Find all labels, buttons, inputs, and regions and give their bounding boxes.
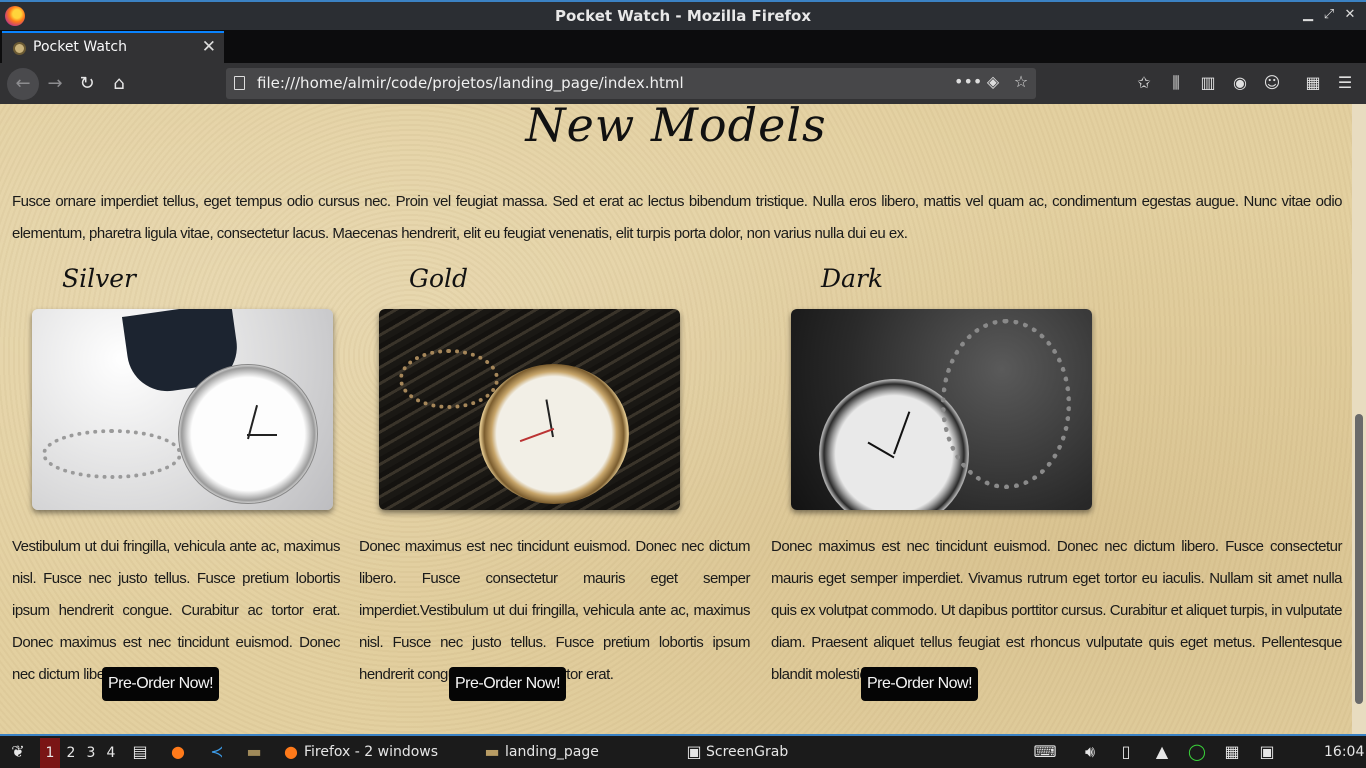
dark-watch-photo bbox=[791, 309, 1092, 510]
silver-watch-photo bbox=[32, 309, 333, 510]
reload-button[interactable]: ↻ bbox=[73, 71, 101, 97]
window-title: Pocket Watch - Mozilla Firefox bbox=[554, 7, 812, 25]
folder-launcher-icon[interactable]: ▬ bbox=[242, 741, 266, 763]
page-viewport: New Models Fusce ornare imperdiet tellus… bbox=[0, 104, 1366, 734]
preorder-button-dark[interactable]: Pre-Order Now! bbox=[861, 667, 979, 701]
gold-watch-photo bbox=[379, 309, 680, 510]
close-window-icon[interactable]: ✕ bbox=[1341, 7, 1359, 22]
file-manager-icon[interactable]: ▤ bbox=[128, 741, 152, 763]
section-heading: New Models bbox=[525, 104, 827, 152]
minimize-icon[interactable]: ▁ bbox=[1299, 7, 1317, 22]
close-tab-icon[interactable]: ✕ bbox=[202, 37, 216, 57]
home-button[interactable]: ⌂ bbox=[105, 71, 133, 97]
screengrab-task-label[interactable]: ScreenGrab bbox=[706, 744, 788, 760]
workspace-1[interactable]: 1 bbox=[40, 738, 60, 768]
bookmarks-toolbar-icon[interactable]: ✩ bbox=[1133, 73, 1155, 92]
back-button[interactable]: ← bbox=[7, 68, 39, 100]
app-menu-icon[interactable]: ❦ bbox=[6, 741, 30, 763]
preorder-button-gold[interactable]: Pre-Order Now! bbox=[449, 667, 567, 701]
navigation-toolbar: ← → ↻ ⌂ file:///home/almir/code/projetos… bbox=[0, 63, 1366, 104]
tab-pocket-watch[interactable]: Pocket Watch ✕ bbox=[2, 31, 224, 63]
clipboard-icon[interactable]: ▯ bbox=[1114, 741, 1138, 763]
extension-icon[interactable]: ☺ bbox=[1261, 73, 1283, 92]
maximize-icon[interactable]: ⤢ bbox=[1320, 7, 1338, 22]
system-monitor-icon[interactable]: ▦ bbox=[1220, 741, 1244, 763]
account-icon[interactable]: ◉ bbox=[1229, 73, 1251, 92]
folder-task-icon: ▬ bbox=[484, 742, 500, 761]
firefox-task-icon: ● bbox=[284, 742, 298, 761]
scrollbar-thumb[interactable] bbox=[1355, 414, 1363, 704]
bookmark-star-icon[interactable]: ☆ bbox=[1010, 72, 1032, 91]
preorder-button-silver[interactable]: Pre-Order Now! bbox=[102, 667, 220, 701]
tab-strip: Pocket Watch ✕ + bbox=[0, 30, 1366, 88]
workspace-4[interactable]: 4 bbox=[101, 738, 121, 768]
page-icon bbox=[234, 76, 245, 90]
workspace-2[interactable]: 2 bbox=[61, 738, 81, 768]
volume-icon[interactable]: 🔊︎ bbox=[1078, 741, 1102, 763]
workspace-3[interactable]: 3 bbox=[81, 738, 101, 768]
firefox-task-label[interactable]: Firefox - 2 windows bbox=[304, 744, 438, 760]
screengrab-task-icon: ▣ bbox=[686, 742, 702, 761]
window-titlebar: Pocket Watch - Mozilla Firefox ▁ ⤢ ✕ bbox=[0, 0, 1366, 30]
pocket-icon[interactable]: ◈ bbox=[982, 72, 1004, 91]
vscode-launcher-icon[interactable]: ≺ bbox=[205, 741, 229, 763]
sidebar-icon[interactable]: ▥ bbox=[1197, 73, 1219, 92]
network-icon[interactable]: ▲ bbox=[1150, 741, 1174, 763]
intro-paragraph: Fusce ornare imperdiet tellus, eget temp… bbox=[12, 193, 1343, 242]
page-scrollbar[interactable] bbox=[1352, 104, 1366, 734]
cpu-monitor-icon[interactable]: ◯ bbox=[1185, 741, 1209, 763]
clock: 16:04 bbox=[1324, 744, 1365, 760]
taskbar: ❦ 1 2 3 4 ▤ ● ≺ ▬ ● Firefox - 2 windows … bbox=[0, 734, 1366, 768]
pocket-watch-favicon-icon bbox=[13, 42, 26, 55]
screenshot-tray-icon[interactable]: ▣ bbox=[1255, 741, 1279, 763]
forward-button[interactable]: → bbox=[41, 71, 69, 97]
tab-label: Pocket Watch bbox=[33, 39, 127, 55]
model-title-gold: Gold bbox=[409, 264, 469, 293]
model-description-dark: Donec maximus est nec tincidunt euismod.… bbox=[771, 538, 1343, 683]
firefox-launcher-icon[interactable]: ● bbox=[166, 741, 190, 763]
keyboard-icon[interactable]: ⌨ bbox=[1033, 741, 1057, 763]
folder-task-label[interactable]: landing_page bbox=[505, 744, 599, 760]
model-title-silver: Silver bbox=[62, 264, 136, 293]
extensions-puzzle-icon[interactable]: ▦ bbox=[1302, 73, 1324, 92]
page-actions-icon[interactable]: ••• bbox=[954, 72, 982, 91]
model-title-dark: Dark bbox=[821, 264, 884, 293]
library-icon[interactable]: ⫼ bbox=[1165, 73, 1187, 93]
menu-hamburger-icon[interactable]: ☰ bbox=[1334, 73, 1356, 92]
url-bar[interactable]: file:///home/almir/code/projetos/landing… bbox=[226, 68, 1036, 99]
url-text[interactable]: file:///home/almir/code/projetos/landing… bbox=[257, 74, 684, 92]
